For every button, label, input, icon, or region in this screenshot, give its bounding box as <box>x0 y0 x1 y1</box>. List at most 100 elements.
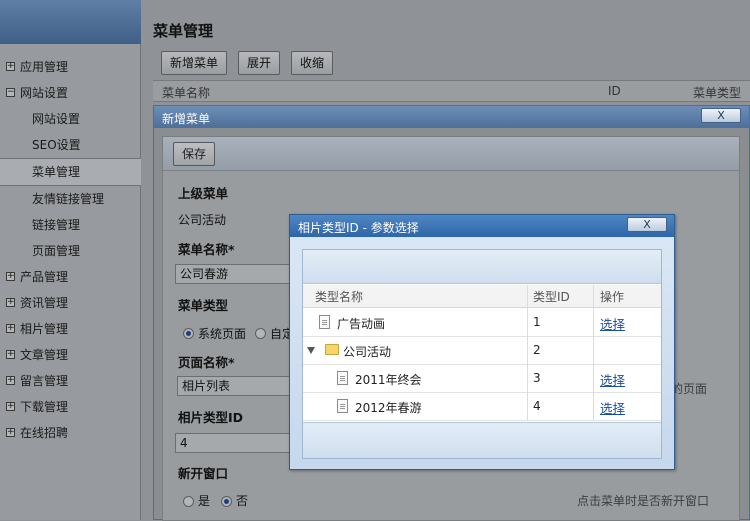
page-name-hint: 的页面 <box>671 382 708 396</box>
sidebar-item-label: 网站设置 <box>32 112 81 126</box>
dialog-title: 新增菜单 <box>162 112 211 126</box>
sidebar-item[interactable]: + 下载管理 <box>0 394 160 420</box>
table-row[interactable]: 2011年终会 3 选择 <box>303 364 661 393</box>
new-window-no-option: 否 <box>236 494 249 508</box>
collapse-button[interactable]: 收缩 <box>291 51 334 75</box>
expand-icon[interactable]: + <box>6 272 15 281</box>
sidebar-item[interactable]: + 资讯管理 <box>0 290 160 316</box>
expand-icon[interactable]: + <box>6 298 15 307</box>
expand-button[interactable]: 展开 <box>238 51 281 75</box>
add-menu-dialog-titlebar[interactable]: 新增菜单 X <box>154 106 749 128</box>
new-window-label: 新开窗口 <box>178 466 229 481</box>
sidebar-item[interactable]: + 留言管理 <box>0 368 160 394</box>
column-divider <box>593 392 594 420</box>
column-divider <box>527 364 528 392</box>
column-divider <box>527 336 528 364</box>
select-link[interactable]: 选择 <box>600 398 625 417</box>
system-page-radio[interactable] <box>183 328 194 339</box>
type-id-cell: 1 <box>533 315 541 329</box>
page-title: 菜单管理 <box>153 22 214 40</box>
document-icon <box>337 371 348 385</box>
close-icon[interactable]: X <box>627 217 667 232</box>
sidebar-item-label: 相片管理 <box>20 322 69 336</box>
new-window-yes-option: 是 <box>198 494 211 508</box>
type-id-cell: 2 <box>533 343 541 357</box>
sidebar-item[interactable]: − 网站设置 <box>0 80 160 106</box>
new-window-hint: 点击菜单时是否新开窗口 <box>577 494 710 508</box>
sidebar: + 应用管理 − 网站设置网站设置 SEO设置菜单管理友情链接管理 链接管理页面管理 + 产品… <box>0 0 172 520</box>
new-window-no-radio[interactable] <box>221 496 232 507</box>
column-divider <box>527 285 528 307</box>
save-button[interactable]: 保存 <box>173 142 216 166</box>
column-divider <box>593 308 594 336</box>
photo-type-id-label: 相片类型ID <box>178 410 244 425</box>
column-menu-name[interactable]: 菜单名称 <box>162 84 210 101</box>
parent-menu-value: 公司活动 <box>178 213 227 227</box>
type-id-cell: 3 <box>533 371 541 385</box>
sidebar-item[interactable]: + 相片管理 <box>0 316 160 342</box>
menu-name-label: 菜单名称* <box>178 242 235 257</box>
sidebar-item-label: 页面管理 <box>32 244 81 258</box>
table-row[interactable]: 2012年春游 4 选择 <box>303 392 661 421</box>
sidebar-item[interactable]: + 产品管理 <box>0 264 160 290</box>
grid-toolbar <box>303 250 661 284</box>
custom-radio[interactable] <box>255 328 266 339</box>
close-icon[interactable]: X <box>701 108 741 123</box>
column-divider <box>593 364 594 392</box>
collapse-icon[interactable]: − <box>6 88 15 97</box>
sidebar-item-label: 产品管理 <box>20 270 69 284</box>
sidebar-item[interactable]: + 应用管理 <box>0 54 160 80</box>
parent-menu-label: 上级菜单 <box>178 186 229 201</box>
param-select-grid: 类型名称 类型ID 操作 广告动画 1 选择 公司活动 2 2011年终会 3 选择 2012年… <box>302 249 662 459</box>
menu-name-input[interactable]: 公司春游 <box>175 264 295 284</box>
column-id[interactable]: ID <box>608 84 621 98</box>
document-icon <box>319 315 330 329</box>
type-name-cell: 广告动画 <box>337 317 386 331</box>
menu-type-label: 菜单类型 <box>178 298 229 313</box>
table-row[interactable]: 广告动画 1 选择 <box>303 308 661 337</box>
sidebar-item[interactable]: + 在线招聘 <box>0 420 160 446</box>
column-operation: 操作 <box>600 290 625 304</box>
type-id-cell: 4 <box>533 399 541 413</box>
column-menu-type[interactable]: 菜单类型 <box>693 84 741 101</box>
column-type-id[interactable]: 类型ID <box>533 288 570 305</box>
expand-icon[interactable]: + <box>6 376 15 385</box>
select-link[interactable]: 选择 <box>600 370 625 389</box>
expand-icon[interactable]: + <box>6 350 15 359</box>
select-link[interactable]: 选择 <box>600 314 625 333</box>
sidebar-item-label: 下载管理 <box>20 400 69 414</box>
expand-icon[interactable]: + <box>6 402 15 411</box>
document-icon <box>337 399 348 413</box>
photo-type-id-input[interactable]: 4 <box>175 433 295 453</box>
sidebar-item-label: 菜单管理 <box>32 165 81 179</box>
sidebar-item-label: 在线招聘 <box>20 426 69 440</box>
type-name-cell: 2012年春游 <box>355 401 422 415</box>
grid-header: 类型名称 类型ID 操作 <box>303 285 661 308</box>
new-window-yes-radio[interactable] <box>183 496 194 507</box>
add-menu-button[interactable]: 新增菜单 <box>161 51 228 75</box>
page-name-select[interactable]: 相片列表 <box>177 376 297 396</box>
grid-footer <box>303 422 661 458</box>
column-divider <box>593 336 594 364</box>
sidebar-item-label: 应用管理 <box>20 60 69 74</box>
param-select-titlebar[interactable]: 相片类型ID - 参数选择 X <box>290 215 674 237</box>
column-type-name[interactable]: 类型名称 <box>315 288 363 305</box>
expand-icon[interactable]: + <box>6 62 15 71</box>
type-name-cell: 2011年终会 <box>355 373 422 387</box>
sidebar-header <box>0 0 141 44</box>
expand-arrow-icon[interactable] <box>307 347 315 354</box>
sidebar-item-label: 友情链接管理 <box>32 192 105 206</box>
system-page-option: 系统页面 <box>198 327 247 341</box>
page-name-label: 页面名称* <box>178 355 235 370</box>
sidebar-item-label: 链接管理 <box>32 218 81 232</box>
type-name-cell: 公司活动 <box>343 345 392 359</box>
expand-icon[interactable]: + <box>6 428 15 437</box>
sidebar-item[interactable]: + 文章管理 <box>0 342 160 368</box>
sidebar-item-label: SEO设置 <box>32 138 81 152</box>
sidebar-item-label: 资讯管理 <box>20 296 69 310</box>
column-divider <box>527 308 528 336</box>
sidebar-item-label: 留言管理 <box>20 374 69 388</box>
table-row[interactable]: 公司活动 2 <box>303 336 661 365</box>
expand-icon[interactable]: + <box>6 324 15 333</box>
column-divider <box>593 285 594 307</box>
